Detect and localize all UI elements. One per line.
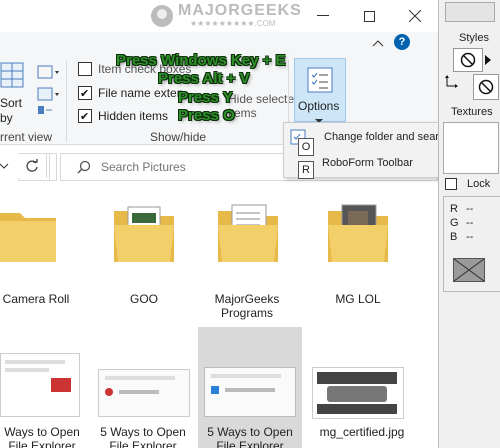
file-name-extensions-option[interactable]: File name exten [78,86,183,100]
file-name: Ways to Open File Explorer [4,425,80,448]
lock-option[interactable]: Lock [445,178,490,190]
right-panel: Styles Textures Lock R -- G -- B -- [438,0,500,448]
hide-selected-label-line2: items [228,106,257,120]
group-by-button[interactable] [36,64,60,119]
swap-icon[interactable] [445,74,461,93]
search-input[interactable] [99,159,303,175]
r-label: R [450,203,458,215]
hide-selected-label-line1: Hide selected [228,92,301,106]
b-value: -- [466,231,474,243]
hide-selected-items-button[interactable]: Hide selected items [228,92,301,120]
folder-item[interactable] [112,201,176,271]
no-style-icon [460,52,476,68]
maximize-button[interactable] [346,0,392,32]
g-label: G [450,217,459,229]
hidden-items-option[interactable]: Hidden items [78,109,168,123]
folder-name: MG LOL [335,292,381,306]
hidden-items-label: Hidden items [98,109,169,123]
color-swatch[interactable] [453,258,485,282]
options-button[interactable]: Options [294,58,346,123]
file-thumbnail[interactable] [98,369,190,417]
close-icon [409,10,421,22]
file-name-extensions-label: File name exten [98,86,184,100]
hidden-items-checkbox[interactable] [78,109,92,123]
chevron-down-icon [0,163,9,169]
lock-checkbox[interactable] [445,178,457,190]
sort-sub-label: by [0,111,13,125]
show-hide-group-label: Show/hide [150,130,207,144]
maximize-icon [363,10,375,22]
no-texture-icon [478,79,494,95]
collapse-ribbon-button[interactable] [372,36,384,50]
file-name: 5 Ways to Open File Explorer [207,425,293,448]
refresh-button[interactable] [18,154,47,178]
keytip-o: O [298,138,314,156]
folder-item[interactable] [0,201,60,271]
title-bar: MAJORGEEKS ★★★★★★★★★.COM [0,0,438,32]
file-name: mg_certified.jpg [319,425,405,439]
folder-icon [218,204,278,262]
file-thumbnail [204,367,296,417]
minimize-button[interactable] [300,0,346,32]
item-checkboxes-checkbox[interactable] [78,62,92,76]
minimize-icon [317,15,329,16]
file-list: Camera Roll GOO MajorGeeks Programs MG L… [0,189,438,448]
menu-item-label: RoboForm Toolbar [322,157,413,169]
style-button[interactable] [453,48,483,72]
chevron-up-icon [372,40,384,47]
folder-item[interactable] [326,201,390,271]
textures-label: Textures [451,106,493,118]
b-label: B [450,231,458,243]
help-icon[interactable]: ? [394,34,410,50]
folder-item[interactable] [216,201,280,271]
current-view-group-label: rrent view [0,130,53,144]
overlay-instruction: Press O [178,107,235,124]
folder-icon [114,206,174,262]
folder-icon [328,204,388,262]
refresh-icon [26,159,38,172]
options-icon [307,67,333,93]
watermark-subtext: ★★★★★★★★★.COM [190,19,276,28]
overlay-instruction: Press Windows Key + E [116,52,286,69]
folder-name: Camera Roll [2,292,70,306]
texture-button[interactable] [473,74,499,100]
file-item-selected[interactable]: 5 Ways to Open File Explorer [198,327,302,448]
folder-icon [0,213,56,262]
panel-header [445,2,495,22]
search-icon [77,160,91,174]
file-thumbnail[interactable] [312,367,404,419]
file-thumbnail[interactable] [0,353,80,417]
lock-label: Lock [467,178,491,190]
sort-grid-icon [0,62,24,88]
overlay-instruction: Press Alt + V [158,70,250,87]
styles-label: Styles [459,32,489,44]
folder-name: GOO [129,292,158,306]
divider [66,60,67,142]
options-label: Options [298,99,340,113]
majorgeeks-logo-icon [151,5,173,27]
address-dropdown-button[interactable] [0,153,16,179]
texture-preview [443,122,499,174]
folder-name: MajorGeeks Programs [214,292,280,320]
view-options-icon [37,65,59,114]
file-name: 5 Ways to Open File Explorer [100,425,186,448]
file-name-extensions-checkbox[interactable] [78,86,92,100]
overlay-instruction: Press Y [178,89,233,106]
keytip-r: R [298,161,314,179]
watermark-logo: MAJORGEEKS ★★★★★★★★★.COM [150,2,301,30]
sort-label: Sort [0,96,23,110]
sort-by-button[interactable]: Sort by [0,62,24,125]
close-button[interactable] [392,0,438,32]
address-box-end [48,153,57,181]
chevron-right-icon[interactable] [485,54,491,68]
watermark-text: MAJORGEEKS [178,2,302,19]
r-value: -- [466,203,474,215]
g-value: -- [466,217,474,229]
